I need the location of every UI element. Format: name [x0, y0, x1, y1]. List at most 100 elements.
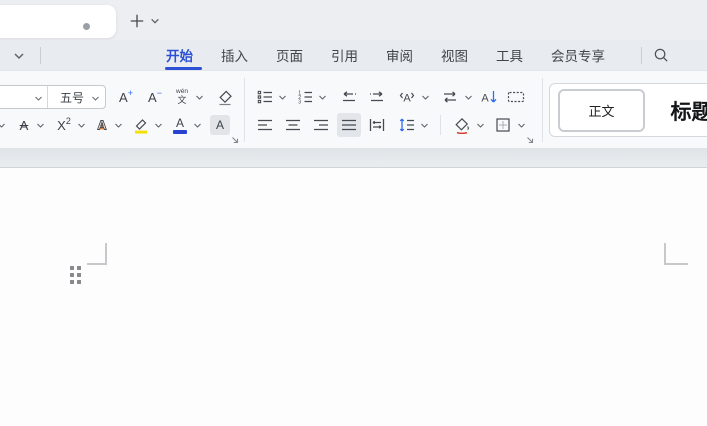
underline-dropdown-chevron[interactable] — [0, 120, 6, 130]
margin-mark-right-vertical — [664, 243, 666, 264]
tab-review[interactable]: 审阅 — [386, 45, 413, 65]
bullet-list-button[interactable] — [254, 85, 276, 109]
page-frame-icon — [507, 88, 525, 106]
paragraph-drag-handle[interactable] — [70, 266, 81, 284]
clear-format-button[interactable] — [212, 85, 238, 109]
handle-dot — [77, 280, 81, 284]
font-size-value: 五号 — [60, 90, 85, 105]
tab-home[interactable]: 开始 — [166, 45, 193, 65]
highlight-button[interactable] — [129, 113, 153, 137]
font-dialog-launcher[interactable] — [230, 135, 240, 145]
minus-glyph: − — [156, 87, 162, 98]
superscript-dropdown-chevron[interactable] — [76, 120, 86, 130]
shading-button[interactable] — [450, 113, 474, 137]
superscript-button[interactable]: X2 — [51, 113, 77, 137]
chevron-down-icon[interactable] — [90, 93, 100, 103]
align-left-icon — [256, 116, 274, 134]
font-name-combo[interactable] — [0, 86, 48, 108]
text-tools-dropdown-chevron[interactable] — [420, 92, 430, 102]
justify-button[interactable] — [337, 113, 361, 137]
highlight-pen-icon — [132, 116, 150, 134]
font-combo-box[interactable]: 五号 — [0, 85, 106, 109]
sort-icon: A — [480, 88, 498, 106]
tab-tools[interactable]: 工具 — [496, 45, 523, 65]
superscript-icon: X — [57, 117, 66, 133]
font-color-icon: A — [173, 117, 187, 134]
tab-reference[interactable]: 引用 — [331, 45, 358, 65]
decrease-font-size-button[interactable]: A − — [143, 85, 167, 109]
text-effects-button[interactable]: A — [90, 113, 114, 137]
strikethrough-dropdown-chevron[interactable] — [35, 120, 45, 130]
tab-insert[interactable]: 插入 — [221, 45, 248, 65]
page-frame-button[interactable] — [504, 85, 528, 109]
decrease-indent-icon — [340, 88, 358, 106]
text-tools-button[interactable]: A — [395, 85, 419, 109]
distribute-alignment-button[interactable] — [365, 113, 389, 137]
increase-font-size-button[interactable]: A + — [112, 85, 140, 109]
font-color-dropdown-chevron[interactable] — [192, 120, 202, 130]
document-tab[interactable] — [0, 5, 116, 38]
font-color-button[interactable]: A — [169, 113, 191, 137]
font-size-combo[interactable]: 五号 — [48, 86, 105, 108]
tab-list-button[interactable] — [149, 15, 161, 27]
bullet-list-dropdown-chevron[interactable] — [277, 92, 287, 102]
tab-view[interactable]: 视图 — [441, 45, 468, 65]
handle-dot — [70, 273, 74, 277]
text-direction-dropdown-chevron[interactable] — [463, 92, 473, 102]
text-effects-dropdown-chevron[interactable] — [113, 120, 123, 130]
increase-indent-button[interactable] — [366, 85, 388, 109]
line-spacing-button[interactable] — [396, 113, 418, 137]
unsaved-indicator-dot — [83, 23, 90, 30]
highlight-dropdown-chevron[interactable] — [153, 120, 163, 130]
tab-page[interactable]: 页面 — [276, 45, 303, 65]
document-page[interactable] — [0, 168, 707, 426]
text-effects-icon: A — [93, 116, 111, 134]
style-title[interactable]: 标题 — [654, 89, 707, 132]
justify-icon — [340, 116, 358, 134]
ribbon-menu-bar: 开始 插入 页面 引用 审阅 视图 工具 会员专享 — [0, 40, 707, 71]
strikethrough-button[interactable]: A — [13, 113, 35, 137]
superscript-2: 2 — [65, 115, 71, 126]
new-tab-button[interactable] — [127, 11, 147, 31]
pinyin-dropdown-chevron[interactable] — [194, 92, 204, 102]
chevron-down-icon — [13, 50, 25, 62]
borders-button[interactable] — [491, 113, 515, 137]
style-gallery: 正文 标题 — [549, 83, 707, 137]
borders-dropdown-chevron[interactable] — [516, 120, 526, 130]
svg-text:A: A — [97, 118, 107, 133]
active-tab-underline — [165, 67, 202, 70]
margin-mark-right-horizontal — [664, 263, 688, 265]
decrease-indent-button[interactable] — [338, 85, 360, 109]
text-direction-icon — [441, 88, 459, 106]
sort-button[interactable]: A — [478, 85, 500, 109]
align-left-button[interactable] — [254, 113, 276, 137]
letter-a: A — [119, 89, 128, 105]
menubar-divider — [40, 47, 41, 64]
pinyin-guide-button[interactable]: wén 文 — [171, 85, 193, 109]
group-divider — [244, 78, 245, 142]
shading-dropdown-chevron[interactable] — [475, 120, 485, 130]
chevron-down-icon[interactable] — [33, 93, 43, 103]
numbered-list-dropdown-chevron[interactable] — [317, 92, 327, 102]
line-spacing-dropdown-chevron[interactable] — [419, 120, 429, 130]
align-center-button[interactable] — [282, 113, 304, 137]
text-direction-button[interactable] — [438, 85, 462, 109]
plus-icon — [129, 13, 145, 29]
strikethrough-icon: A — [19, 117, 29, 133]
align-right-button[interactable] — [310, 113, 332, 137]
margin-mark-left-horizontal — [87, 263, 107, 265]
svg-text:A: A — [481, 93, 489, 105]
handle-dot — [70, 280, 74, 284]
wps-writer-window: 开始 插入 页面 引用 审阅 视图 工具 会员专享 五号 A + A − wén… — [0, 0, 707, 426]
numbered-list-button[interactable]: 1 2 3 — [294, 85, 316, 109]
paragraph-dialog-launcher[interactable] — [525, 135, 535, 145]
svg-text:A: A — [403, 93, 411, 105]
margin-mark-left-vertical — [105, 243, 107, 264]
search-button[interactable] — [651, 45, 671, 65]
handle-dot — [77, 273, 81, 277]
tab-member[interactable]: 会员专享 — [551, 45, 605, 65]
text-tools-icon: A — [398, 88, 416, 106]
style-normal[interactable]: 正文 — [558, 89, 645, 132]
character-shading-button[interactable]: A — [210, 115, 230, 135]
menu-collapse-button[interactable] — [12, 49, 26, 63]
